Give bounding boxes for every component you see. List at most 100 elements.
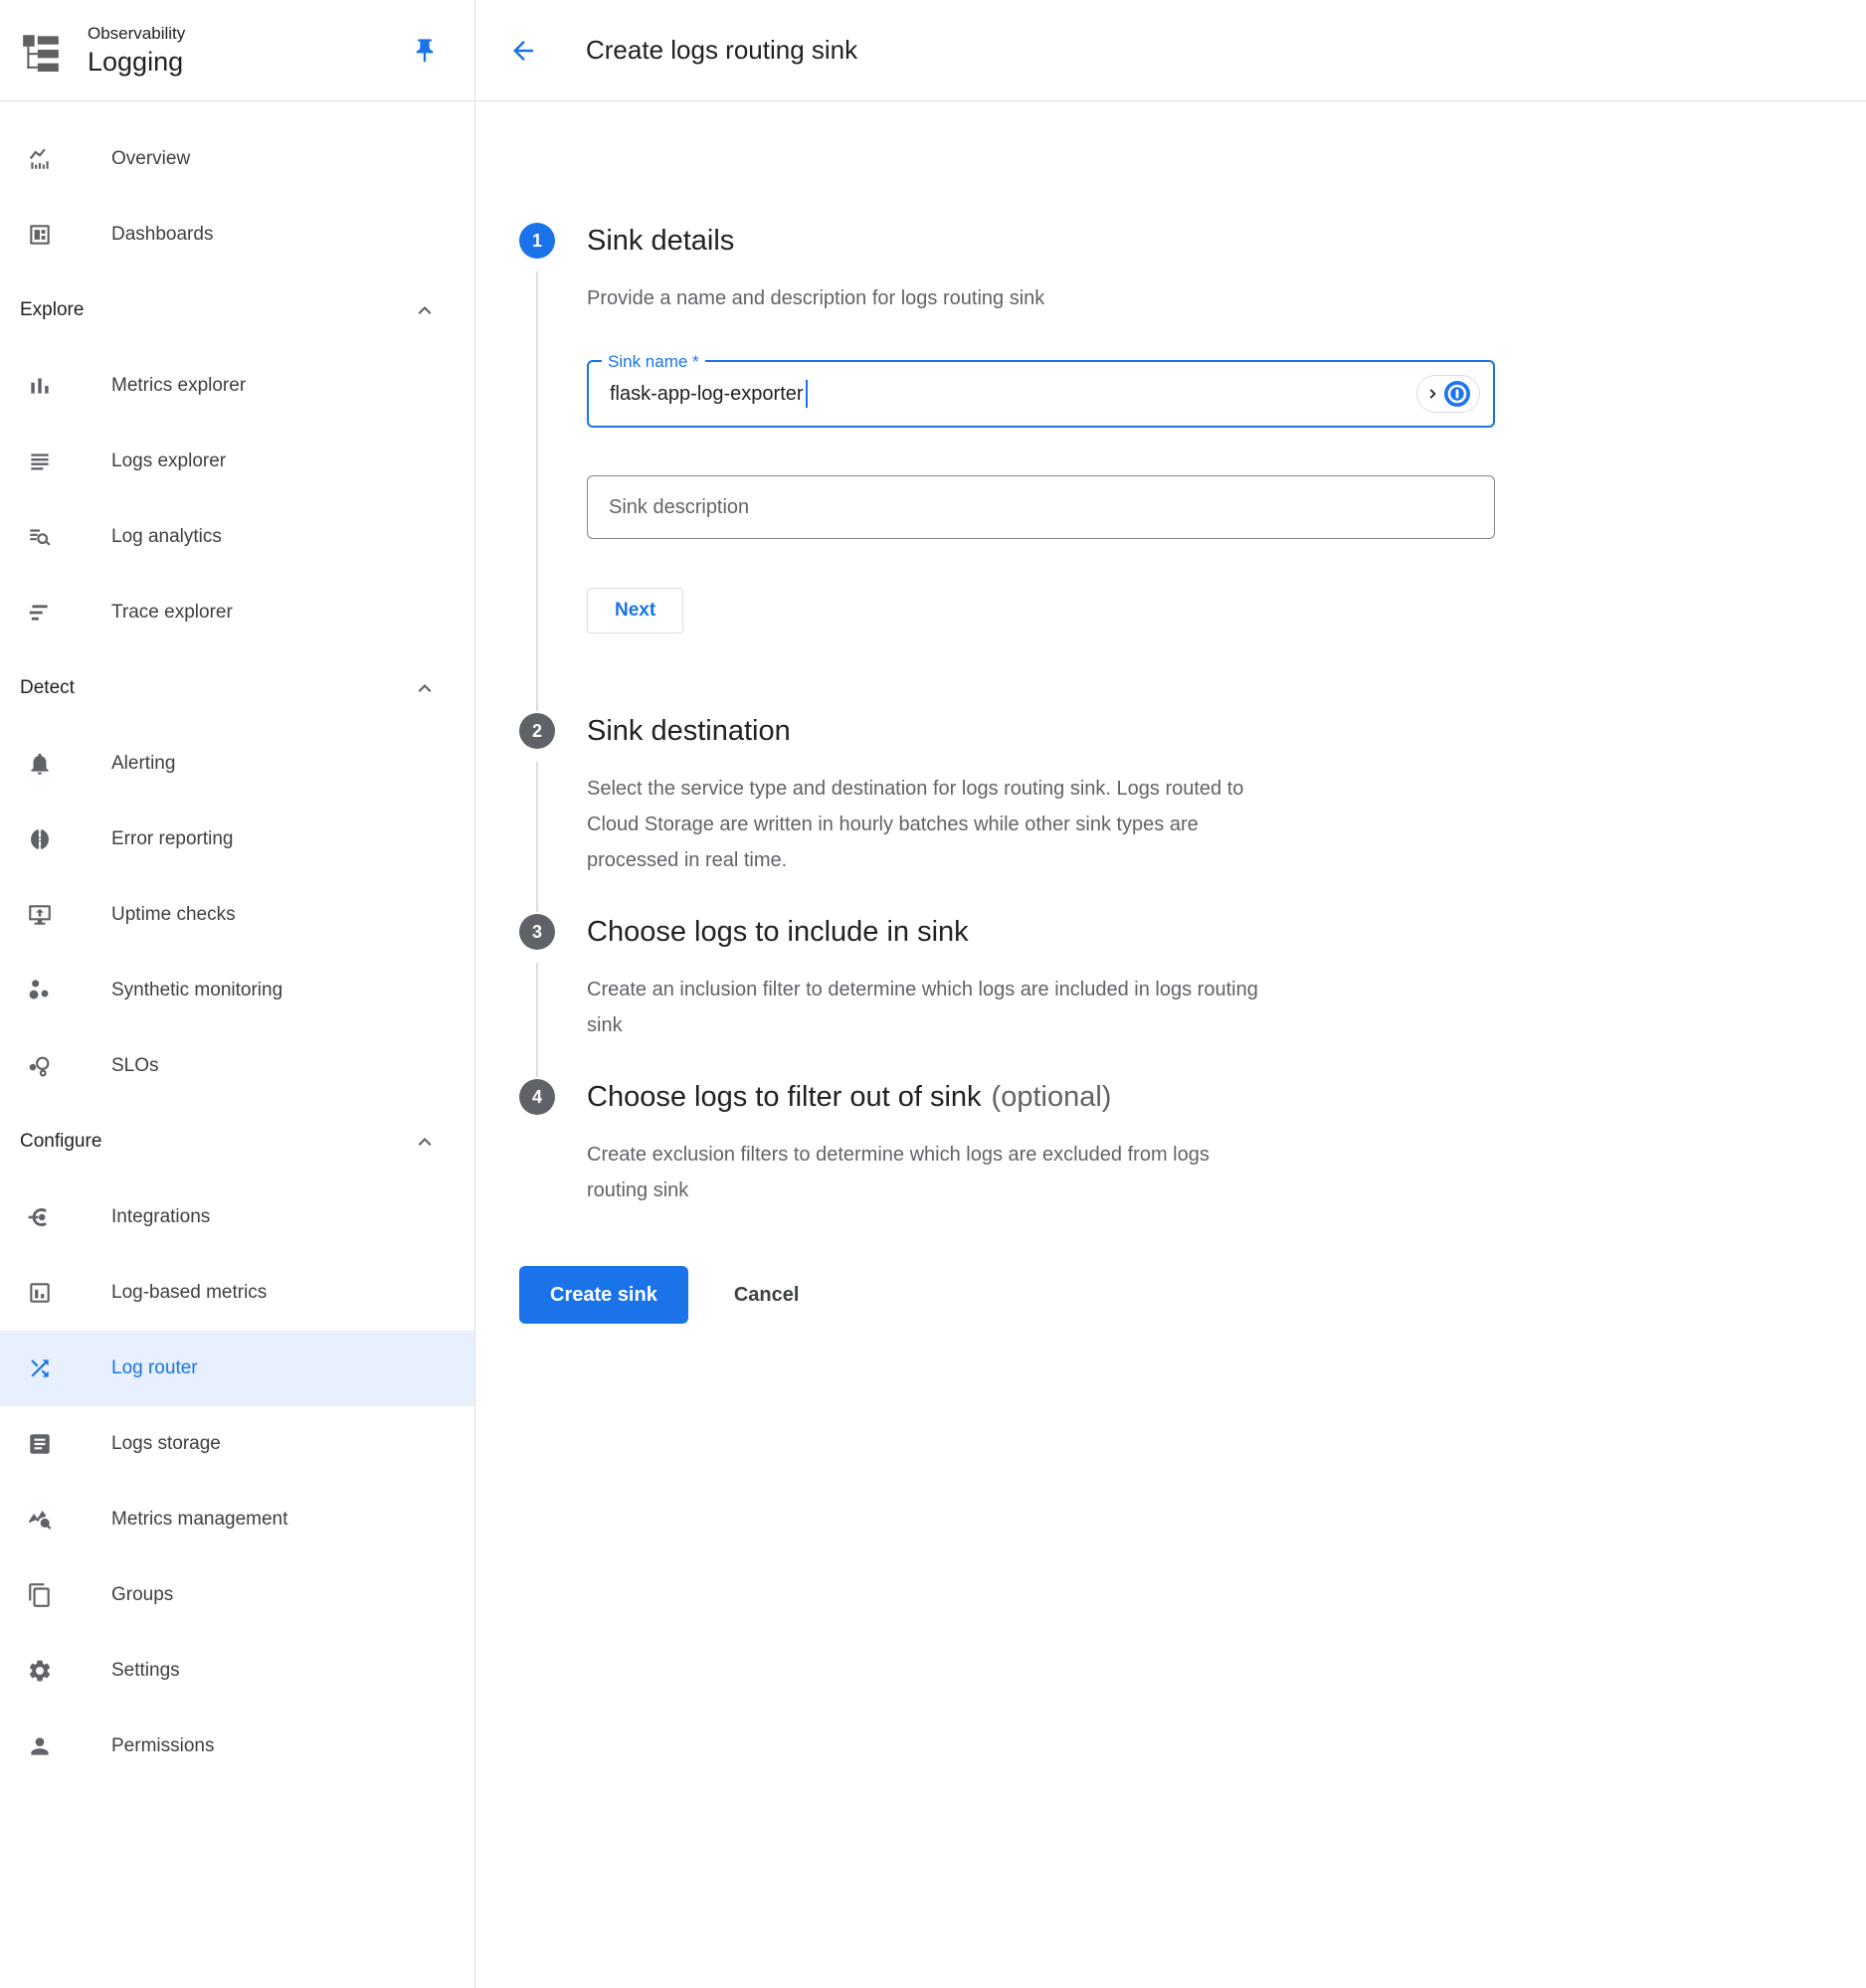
trace-spans-icon [27, 600, 53, 626]
create-sink-button[interactable]: Create sink [519, 1266, 688, 1324]
pin-icon[interactable] [411, 37, 439, 65]
sidebar-item-label: Permissions [111, 1735, 214, 1757]
page-header: Create logs routing sink [475, 0, 1866, 101]
sidebar-item-overview[interactable]: Overview [0, 121, 474, 197]
uptime-monitor-icon [27, 902, 53, 928]
password-manager-icon [1443, 380, 1471, 408]
sidebar-item-logs-explorer[interactable]: Logs explorer [0, 424, 474, 499]
metrics-management-icon [27, 1507, 53, 1533]
slo-circles-icon [27, 1053, 53, 1079]
person-icon [27, 1733, 53, 1759]
cancel-button[interactable]: Cancel [734, 1284, 800, 1307]
sidebar-item-label: Metrics explorer [111, 375, 246, 397]
sidebar-item-label: Groups [111, 1584, 173, 1606]
groups-copy-icon [27, 1582, 53, 1608]
step-connector-line [536, 271, 538, 711]
sidebar-item-slos[interactable]: SLOs [0, 1028, 474, 1104]
product-title-block: Observability Logging [88, 24, 185, 78]
password-manager-autofill-button[interactable] [1416, 375, 1480, 413]
step-rail: 2 [519, 711, 555, 912]
sidebar-item-metrics-management[interactable]: Metrics management [0, 1482, 474, 1557]
page-title: Create logs routing sink [586, 35, 857, 66]
text-cursor [806, 380, 808, 408]
sidebar-item-trace-explorer[interactable]: Trace explorer [0, 575, 474, 650]
step-choose-logs-exclude: 4 Choose logs to filter out of sink(opti… [519, 1077, 1866, 1236]
form-actions: Create sink Cancel [519, 1266, 1866, 1383]
dashboards-icon [27, 222, 53, 248]
log-based-metrics-icon [27, 1280, 53, 1306]
sidebar-item-logs-storage[interactable]: Logs storage [0, 1406, 474, 1482]
sidebar-section-detect[interactable]: Detect [0, 650, 474, 726]
sidebar-item-uptime-checks[interactable]: Uptime checks [0, 877, 474, 953]
sink-name-label: Sink name * [602, 352, 705, 372]
sidebar-item-label: Log router [111, 1357, 198, 1379]
sidebar-item-alerting[interactable]: Alerting [0, 726, 474, 802]
sidebar-section-explore[interactable]: Explore [0, 272, 474, 348]
sidebar-item-label: Metrics management [111, 1509, 287, 1531]
sidebar-item-synthetic-monitoring[interactable]: Synthetic monitoring [0, 953, 474, 1028]
sidebar-item-permissions[interactable]: Permissions [0, 1709, 474, 1784]
sink-description-input[interactable] [587, 475, 1495, 539]
sidebar-item-label: Log-based metrics [111, 1282, 267, 1304]
product-eyebrow: Observability [88, 24, 185, 44]
optional-label: (optional) [992, 1081, 1112, 1113]
step-title-choose-logs-exclude[interactable]: Choose logs to filter out of sink(option… [587, 1077, 1498, 1117]
back-arrow-icon[interactable] [508, 36, 538, 66]
sidebar-item-log-analytics[interactable]: Log analytics [0, 499, 474, 575]
next-button[interactable]: Next [587, 588, 683, 633]
sidebar-item-label: Error reporting [111, 828, 234, 850]
sidebar-item-log-router[interactable]: Log router [0, 1331, 474, 1406]
chevron-up-icon [412, 675, 438, 701]
integrations-icon [27, 1204, 53, 1230]
sidebar-item-label: Settings [111, 1660, 180, 1682]
sidebar-item-label: Trace explorer [111, 602, 233, 624]
logs-storage-icon [27, 1431, 53, 1457]
step-description: Provide a name and description for logs … [587, 280, 1498, 316]
sidebar-item-integrations[interactable]: Integrations [0, 1179, 474, 1255]
step-description: Select the service type and destination … [587, 771, 1498, 878]
step-connector-line [536, 762, 538, 912]
sidebar-nav: Overview Dashboards Explore Metrics exp [0, 101, 474, 1784]
step-number-badge: 3 [519, 914, 555, 950]
step-title-choose-logs-include[interactable]: Choose logs to include in sink [587, 912, 1498, 952]
sidebar-item-label: Overview [111, 148, 190, 170]
step-rail: 3 [519, 912, 555, 1077]
sidebar-item-settings[interactable]: Settings [0, 1633, 474, 1709]
sidebar-item-label: Logs storage [111, 1433, 221, 1455]
sink-description-field[interactable] [587, 475, 1495, 539]
sidebar-item-label: Logs explorer [111, 451, 226, 472]
sidebar-item-label: Uptime checks [111, 904, 236, 926]
sink-name-field[interactable]: Sink name * flask-app-log-exporter [587, 360, 1495, 428]
app-window: Observability Logging Overview Dashboard… [0, 0, 1866, 1988]
sidebar-item-dashboards[interactable]: Dashboards [0, 197, 474, 272]
chevron-right-icon [1425, 387, 1439, 401]
sidebar-item-label: Integrations [111, 1206, 210, 1228]
sidebar-header: Observability Logging [0, 0, 474, 101]
bell-icon [27, 751, 53, 777]
sidebar-item-error-reporting[interactable]: Error reporting [0, 802, 474, 877]
step-connector-line [536, 963, 538, 1077]
step-number-badge: 2 [519, 713, 555, 749]
log-lines-icon [27, 449, 53, 474]
gear-icon [27, 1658, 53, 1684]
step-title-sink-details[interactable]: Sink details [587, 221, 1498, 261]
step-number-badge: 4 [519, 1079, 555, 1115]
sidebar-item-groups[interactable]: Groups [0, 1557, 474, 1633]
synthetic-monitoring-icon [27, 978, 53, 1003]
main-panel: Create logs routing sink 1 Sink details … [475, 0, 1866, 1988]
sidebar-section-configure[interactable]: Configure [0, 1104, 474, 1179]
chevron-up-icon [412, 1129, 438, 1155]
sidebar-item-log-based-metrics[interactable]: Log-based metrics [0, 1255, 474, 1331]
step-rail: 1 [519, 221, 555, 711]
step-title-sink-destination[interactable]: Sink destination [587, 711, 1498, 751]
product-title: Logging [88, 47, 185, 78]
log-search-icon [27, 524, 53, 550]
step-number-badge: 1 [519, 223, 555, 259]
sidebar-item-label: SLOs [111, 1055, 159, 1077]
step-description: Create an inclusion filter to determine … [587, 972, 1498, 1043]
sidebar-item-metrics-explorer[interactable]: Metrics explorer [0, 348, 474, 424]
sidebar-item-label: Log analytics [111, 526, 222, 548]
step-sink-destination: 2 Sink destination Select the service ty… [519, 711, 1866, 912]
shuffle-icon [27, 1355, 53, 1381]
stepper-content: 1 Sink details Provide a name and descri… [475, 101, 1866, 1383]
